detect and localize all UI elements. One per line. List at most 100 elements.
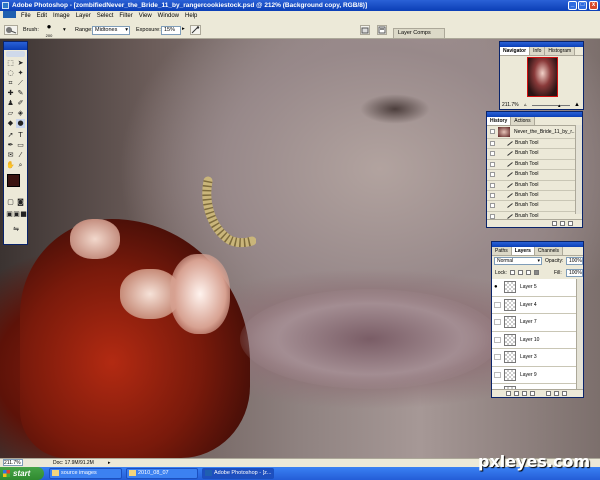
lasso-tool-icon[interactable]: ◌ [6,69,15,78]
tab-navigator[interactable]: Navigator [500,47,531,55]
opacity-field[interactable]: 100% [566,257,583,265]
type-tool-icon[interactable]: T [16,131,25,140]
lock-transparent-icon[interactable] [510,270,515,275]
tab-actions[interactable]: Actions [511,117,535,125]
healing-brush-tool-icon[interactable]: ✚ [6,89,15,98]
range-select[interactable]: Midtones ▾ [92,26,130,35]
menu-edit[interactable]: Edit [34,13,50,19]
slice-tool-icon[interactable]: ⟋ [16,79,25,88]
maximize-button[interactable]: □ [578,1,587,10]
menu-window[interactable]: Window [155,13,182,19]
marquee-tool-icon[interactable]: ⬚ [6,59,15,68]
file-browser-button[interactable] [360,25,370,35]
snapshot-source-checkbox[interactable] [490,129,495,134]
paint-bucket-tool-icon[interactable]: ◈ [16,109,25,118]
lock-image-icon[interactable] [518,270,523,275]
navigator-zoom-value[interactable]: 211.7% [502,102,519,108]
history-source-checkbox[interactable] [490,182,495,188]
visibility-toggle[interactable] [494,354,501,360]
eraser-tool-icon[interactable]: ▱ [6,109,15,118]
history-source-checkbox[interactable] [490,192,495,198]
history-source-checkbox[interactable] [490,213,495,219]
history-item[interactable]: Brush Tool [487,170,582,181]
palette-well-button[interactable] [377,25,387,35]
history-source-checkbox[interactable] [490,141,495,146]
visibility-toggle[interactable] [494,336,501,343]
layer-style-icon[interactable] [514,391,519,396]
tab-layers[interactable]: Layers [511,247,535,255]
new-fill-layer-icon[interactable] [530,391,535,396]
history-source-checkbox[interactable] [490,151,495,157]
blur-tool-icon[interactable]: ◆ [6,119,15,128]
close-button[interactable]: x [589,1,598,10]
brush-picker[interactable]: ● 200 [42,23,56,39]
menu-file[interactable]: File [18,13,34,19]
history-source-checkbox[interactable] [490,161,495,167]
minimize-button[interactable]: _ [568,1,577,10]
history-item[interactable]: Brush Tool [487,201,582,212]
eyedropper-tool-icon[interactable]: ⁄ [16,151,25,160]
layer-row[interactable]: Layer 7 [492,314,578,332]
notes-tool-icon[interactable]: ✉ [6,151,15,160]
link-layers-icon[interactable] [506,391,511,396]
hand-tool-icon[interactable]: ✋ [6,161,15,170]
history-source-checkbox[interactable] [490,203,495,209]
quick-mask-mode-icon[interactable]: ◙ [16,198,25,207]
navigator-preview-thumbnail[interactable] [527,57,558,97]
history-item[interactable]: Brush Tool [487,191,582,202]
history-item[interactable]: Brush Tool [487,181,582,191]
trash-icon[interactable] [568,221,573,226]
menu-layer[interactable]: Layer [73,13,94,19]
exposure-field[interactable]: 15% [161,26,181,35]
history-source-checkbox[interactable] [490,172,495,178]
screen-mode-full-icon[interactable]: ■ [19,210,28,219]
new-group-icon[interactable] [546,391,551,396]
fill-field[interactable]: 100% [566,269,583,277]
standard-mode-icon[interactable]: ▢ [6,198,15,207]
status-zoom-field[interactable]: 211.7% [3,459,23,466]
task-adobe-photoshop[interactable]: Adobe Photoshop - [z... [202,468,274,479]
history-snapshot[interactable]: Never_the_Bride_11_by_r... [487,126,582,139]
visibility-toggle[interactable] [494,371,501,378]
adobe-online-icon[interactable] [6,51,25,57]
layer-comps-tab[interactable]: Layer Comps [393,28,445,38]
layer-row[interactable]: Layer 3 [492,349,578,367]
lock-position-icon[interactable] [526,270,531,275]
zoom-slider-track[interactable] [532,105,570,106]
brush-tool-icon[interactable]: ✎ [16,89,25,98]
task-source-images[interactable]: source images [49,468,122,479]
tool-preset-picker[interactable] [4,25,18,35]
blend-mode-select[interactable]: Normal ▾ [494,257,542,265]
dodge-tool-icon-active[interactable]: ● [16,119,25,128]
history-scrollbar[interactable] [575,125,582,214]
status-arrow-icon[interactable]: ▸ [108,459,111,467]
zoom-out-icon[interactable]: ▵ [524,101,527,109]
new-snapshot-icon[interactable] [560,221,565,226]
zoom-in-icon[interactable]: ▲ [574,101,580,109]
shape-tool-icon[interactable]: ▭ [16,141,25,150]
foreground-color-swatch[interactable] [7,174,20,187]
menu-view[interactable]: View [136,13,155,19]
tab-history[interactable]: History [487,117,512,125]
zoom-slider-thumb[interactable]: ▴ [558,102,561,110]
menu-filter[interactable]: Filter [116,13,135,19]
history-item[interactable]: Brush Tool [487,160,582,171]
magic-wand-tool-icon[interactable]: ✦ [16,69,25,78]
history-item[interactable]: Brush Tool [487,139,582,150]
delete-layer-icon[interactable] [562,391,567,396]
tab-paths[interactable]: Paths [492,247,512,255]
document-icon[interactable] [3,11,16,18]
history-brush-tool-icon[interactable]: ✐ [16,99,25,108]
tab-channels[interactable]: Channels [534,247,564,255]
history-item[interactable]: Brush Tool [487,149,582,160]
menu-select[interactable]: Select [94,13,117,19]
start-button[interactable]: start [0,467,44,480]
clone-stamp-tool-icon[interactable]: ♟ [6,99,15,108]
zoom-tool-icon[interactable]: ⌕ [16,161,25,170]
layers-scrollbar[interactable] [576,279,583,391]
jump-to-imageready-icon[interactable]: ⇋ [7,225,25,234]
layer-row[interactable]: Layer 10 [492,331,578,349]
new-layer-icon[interactable] [554,391,559,396]
exposure-slider-arrow-icon[interactable]: ▸ [182,26,185,32]
tab-info[interactable]: Info [530,47,546,55]
